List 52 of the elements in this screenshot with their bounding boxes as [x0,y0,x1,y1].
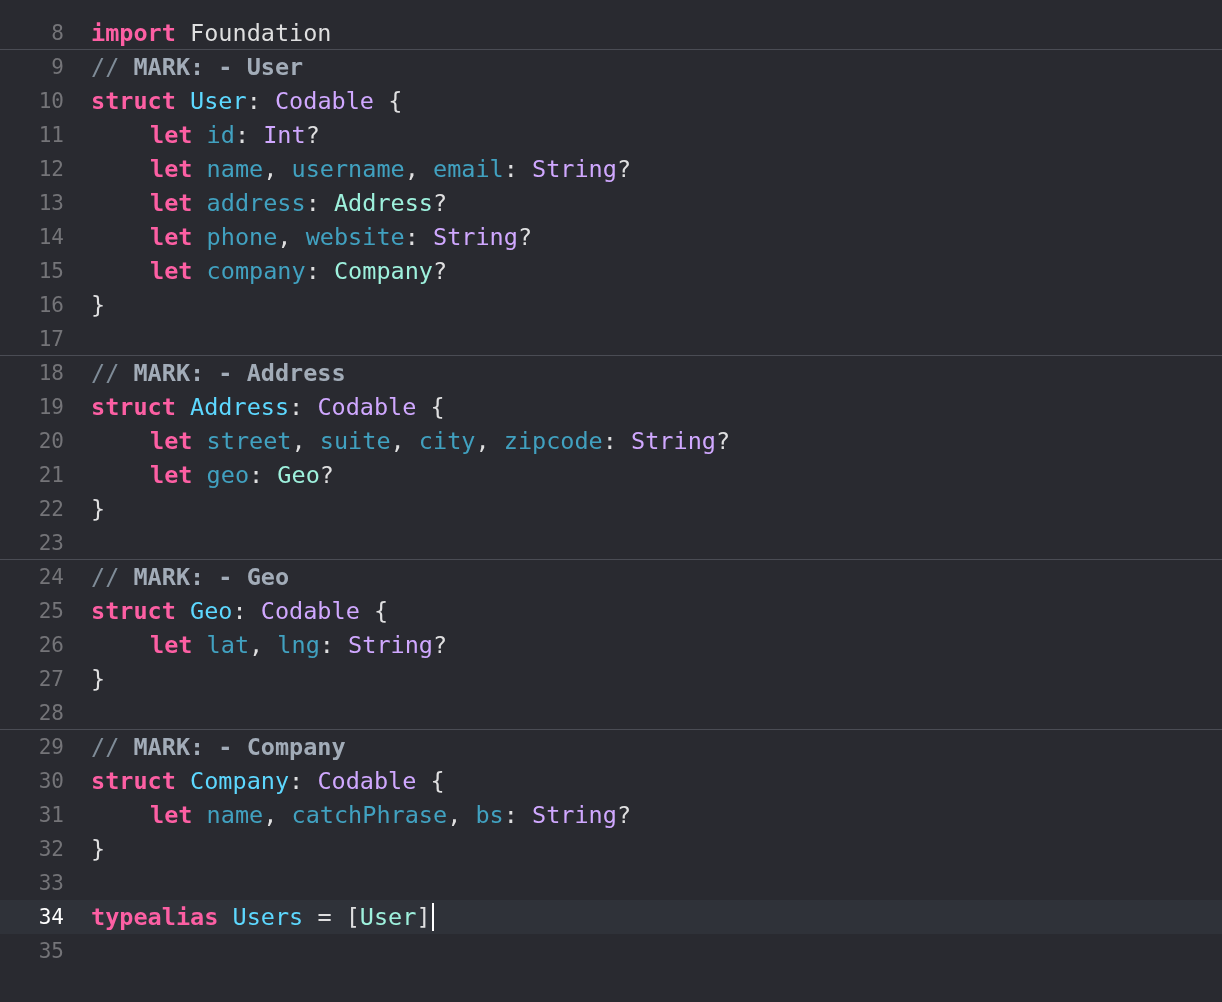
line-number: 25 [37,599,64,623]
code-line: } [91,665,106,693]
line-number: 23 [37,531,64,555]
code-line: let company: Company? [150,257,448,285]
line-number: 11 [37,123,64,147]
line-number: 16 [37,293,64,317]
code-line: let geo: Geo? [150,461,334,489]
code-line: let street, suite, city, zipcode: String? [150,427,731,455]
code-line: let id: Int? [150,121,320,149]
line-number: 29 [37,735,64,759]
code-line: struct Geo: Codable { [91,597,389,625]
code-line: // MARK: - Address [91,359,346,387]
line-number: 27 [37,667,64,691]
line-number: 14 [37,225,64,249]
code-line: let name, username, email: String? [150,155,632,183]
line-number: 26 [37,633,64,657]
text-cursor [431,903,434,931]
code-line: let address: Address? [150,189,448,217]
line-number: 35 [37,939,64,963]
code-line: // MARK: - User [91,53,304,81]
code-line: } [91,291,106,319]
code-line: struct Address: Codable { [91,393,445,421]
code-line: } [91,835,106,863]
line-number: 17 [37,327,64,351]
line-number: 9 [50,55,64,79]
line-number: 28 [37,701,64,725]
code-line: let phone, website: String? [150,223,533,251]
line-number: 8 [50,21,64,45]
line-number: 19 [37,395,64,419]
line-number: 21 [37,463,64,487]
line-number: 33 [37,871,64,895]
line-number: 32 [37,837,64,861]
code-line: typealias Users = [User] [91,903,431,931]
code-line: let lat, lng: String? [150,631,448,659]
code-line: // MARK: - Geo [91,563,290,591]
code-line: } [91,495,106,523]
line-number: 13 [37,191,64,215]
line-number: 20 [37,429,64,453]
line-number: 22 [37,497,64,521]
line-number: 12 [37,157,64,181]
line-number: 24 [37,565,64,589]
line-number: 15 [37,259,64,283]
line-number: 18 [37,361,64,385]
code-line: let name, catchPhrase, bs: String? [150,801,632,829]
code-line: import Foundation [91,19,332,47]
code-line: // MARK: - Company [91,733,346,761]
code-line: struct User: Codable { [91,87,403,115]
line-number: 34 [37,905,64,929]
line-number: 31 [37,803,64,827]
line-number: 30 [37,769,64,793]
code-line: struct Company: Codable { [91,767,445,795]
line-number: 10 [37,89,64,113]
